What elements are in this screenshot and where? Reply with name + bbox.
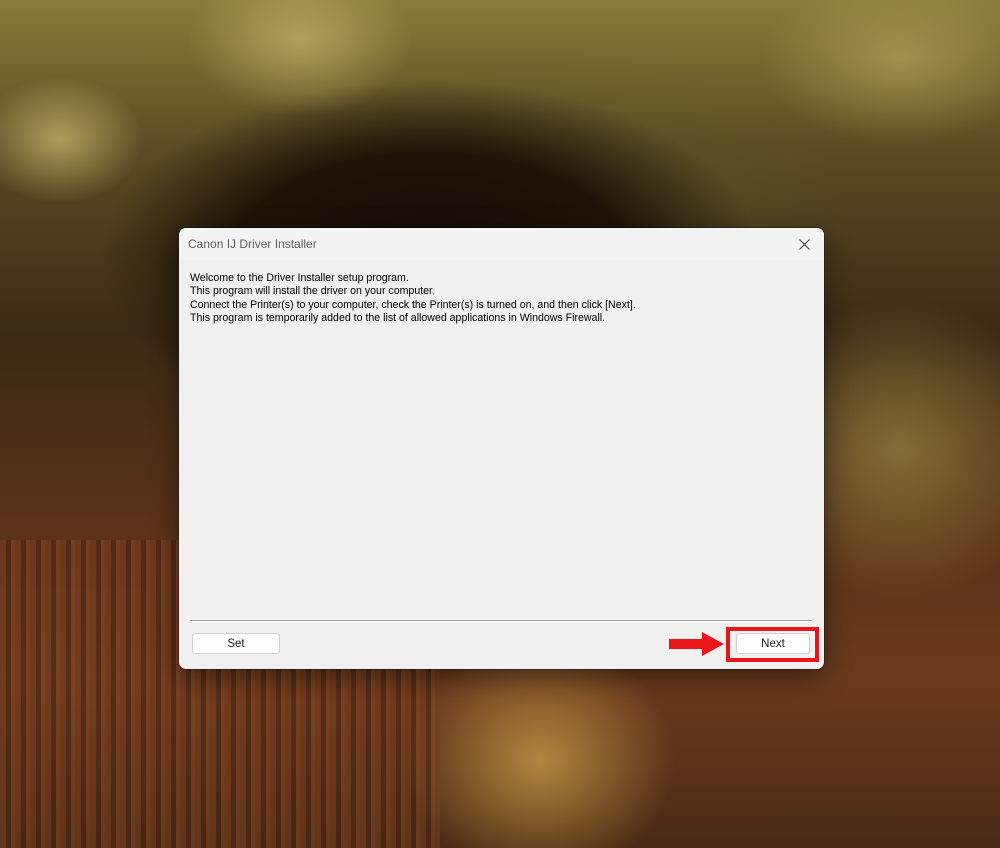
installer-dialog: Canon IJ Driver Installer Welcome to the… <box>179 228 824 669</box>
welcome-message: Welcome to the Driver Installer setup pr… <box>190 272 812 325</box>
window-title: Canon IJ Driver Installer <box>188 237 317 251</box>
right-arrow-icon <box>669 632 724 656</box>
separator <box>190 620 812 622</box>
set-button[interactable]: Set <box>192 633 280 654</box>
message-line-install: This program will install the driver on … <box>190 285 435 298</box>
message-line-welcome: Welcome to the Driver Installer setup pr… <box>190 272 409 284</box>
title-bar: Canon IJ Driver Installer <box>179 228 824 260</box>
close-icon <box>798 238 810 250</box>
message-line-firewall: This program is temporarily added to the… <box>190 311 606 324</box>
close-button[interactable] <box>784 228 824 260</box>
message-line-connect: Connect the Printer(s) to your computer,… <box>190 298 636 311</box>
next-button-highlight <box>726 627 819 662</box>
